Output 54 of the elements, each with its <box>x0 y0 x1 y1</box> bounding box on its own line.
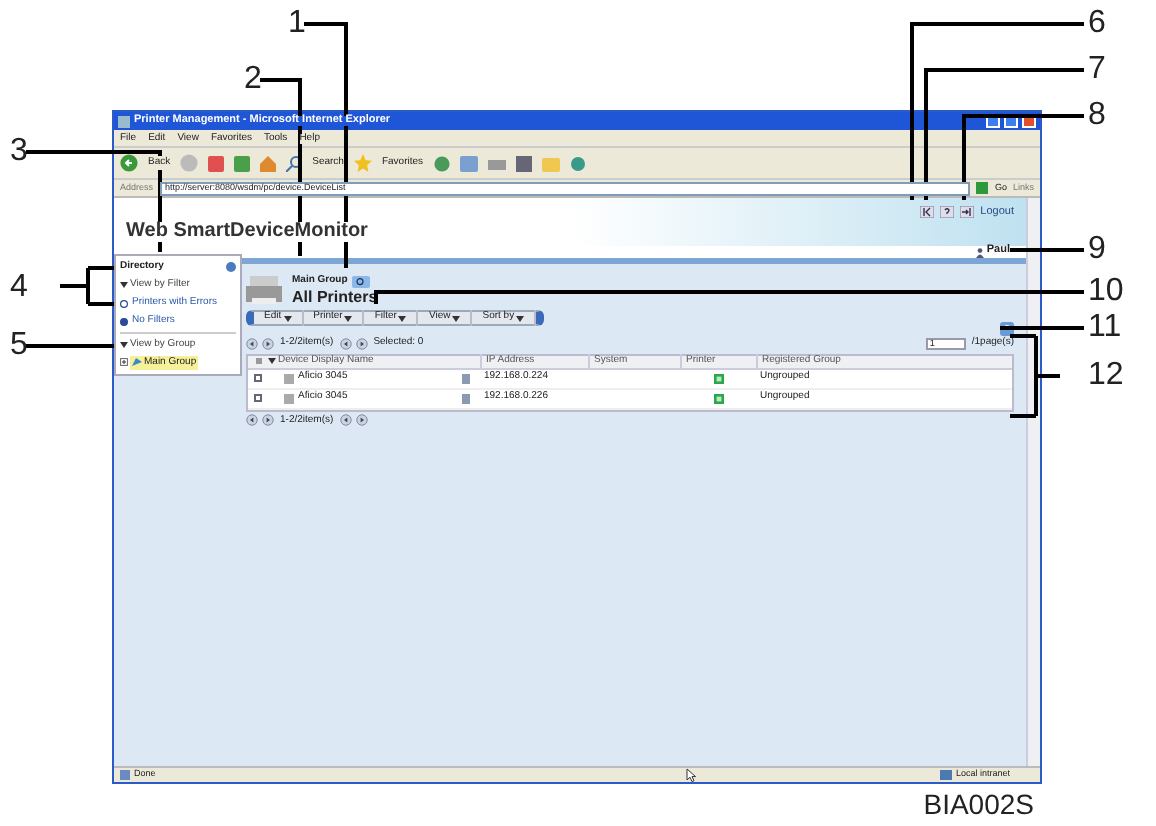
cursor-icon <box>685 768 696 782</box>
figure-code: BIA002S <box>923 790 1034 818</box>
app-icon <box>118 115 130 127</box>
callout-number: 7 <box>1088 54 1106 86</box>
help-icon[interactable] <box>940 206 955 219</box>
caret-icon <box>344 315 353 321</box>
row-checkbox[interactable] <box>254 374 262 382</box>
pager-arrow-icon[interactable] <box>246 337 258 350</box>
group-icon <box>132 358 142 367</box>
caret-icon <box>268 358 276 364</box>
go-icon[interactable] <box>976 182 989 194</box>
row-checkbox[interactable] <box>254 394 262 402</box>
pager-arrow-icon[interactable] <box>339 337 352 350</box>
callout-number: 12 <box>1088 360 1124 392</box>
pager-arrow-icon[interactable] <box>262 414 274 427</box>
star-icon[interactable] <box>353 154 372 172</box>
search-icon[interactable] <box>351 276 370 288</box>
caret-icon <box>120 341 128 348</box>
status-ok-icon <box>713 393 723 403</box>
expand-icon[interactable] <box>120 358 128 367</box>
pager-arrow-icon[interactable] <box>355 337 368 350</box>
pager-arrow-icon[interactable] <box>339 414 352 427</box>
status-ok-icon <box>713 373 723 383</box>
radio-button[interactable] <box>120 317 128 326</box>
callout-number: 4 <box>10 272 28 304</box>
caret-icon <box>452 315 461 321</box>
pager-arrow-icon[interactable] <box>355 414 368 427</box>
callout-number: 11 <box>1088 312 1122 344</box>
callout-number: 2 <box>244 64 262 96</box>
user-icon <box>976 247 985 257</box>
scrollbar[interactable] <box>1026 198 1040 766</box>
callout-number: 10 <box>1088 276 1124 308</box>
app-title: Web SmartDeviceMonitor <box>126 222 368 243</box>
back-to-list-icon[interactable] <box>920 206 935 219</box>
callout-number: 8 <box>1088 100 1106 132</box>
leader-line <box>1000 326 1084 330</box>
search-icon[interactable] <box>286 155 303 171</box>
callout-number: 6 <box>1088 8 1106 40</box>
callout-number: 3 <box>10 136 28 168</box>
pager-arrow-icon[interactable] <box>246 414 258 427</box>
callout-number: 1 <box>288 8 306 40</box>
caret-icon <box>398 315 407 321</box>
pager-arrow-icon[interactable] <box>262 337 274 350</box>
callout-number: 9 <box>1088 234 1106 266</box>
leader-line <box>58 266 116 306</box>
logout-icon[interactable] <box>960 206 975 219</box>
caret-icon <box>516 315 525 321</box>
caret-icon <box>283 315 292 321</box>
caret-icon <box>120 282 128 289</box>
callout-number: 5 <box>10 330 28 362</box>
radio-button[interactable] <box>120 299 128 308</box>
back-icon[interactable] <box>120 154 138 172</box>
leader-line <box>1010 248 1084 252</box>
leader-line <box>26 344 114 348</box>
